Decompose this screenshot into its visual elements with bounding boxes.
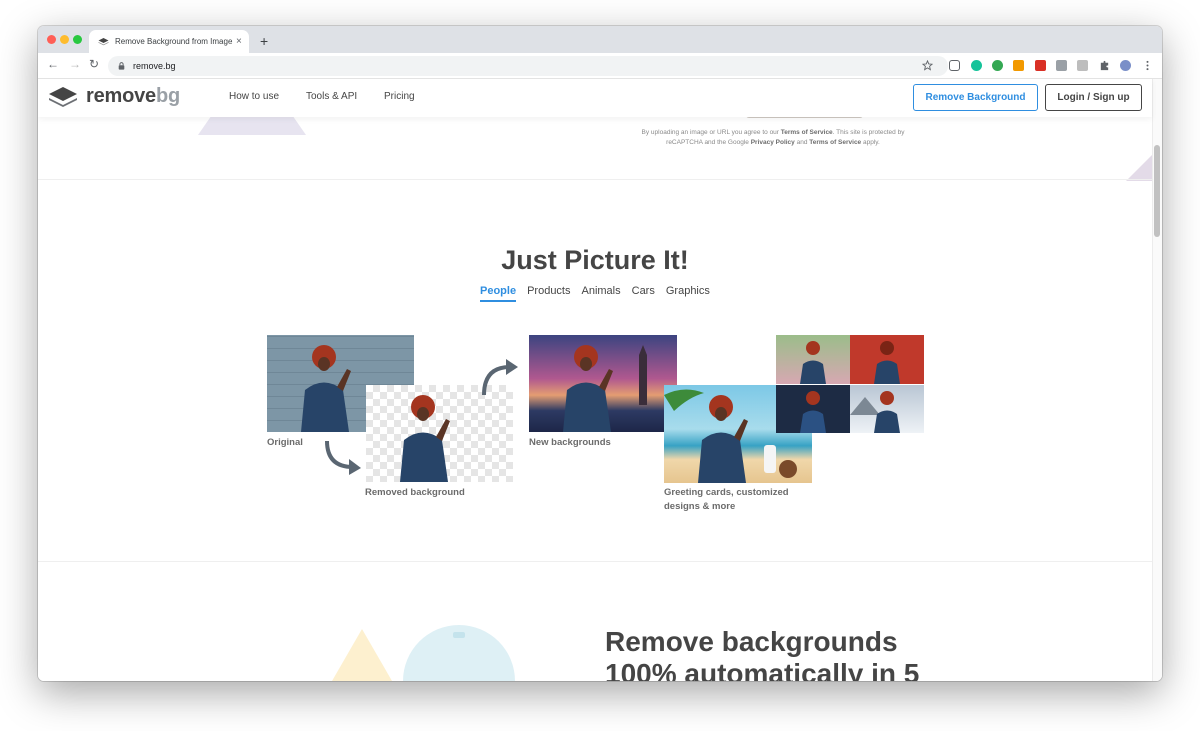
tab-strip: Remove Background from Image × + [38,26,1162,53]
caption-greeting: Greeting cards, customized designs & mor… [664,486,789,514]
new-background-photo [529,335,677,432]
terms-link-2[interactable]: Terms of Service [809,139,861,146]
extension-gray-icon[interactable] [1056,60,1067,71]
profile-avatar[interactable] [1120,60,1131,71]
tab-people[interactable]: People [480,285,517,302]
disclaimer-text-4: apply. [861,139,880,146]
browser-window: Remove Background from Image × + ← → ↻ r… [38,26,1162,681]
remove-background-button[interactable]: Remove Background [913,84,1038,111]
tab-products[interactable]: Products [527,285,570,302]
new-tab-button[interactable]: + [260,33,268,49]
arrow-down-right-icon [325,440,361,475]
star-icon[interactable] [922,60,933,71]
automatic-heading: Remove backgrounds 100% automatically in… [605,626,919,681]
pocket-icon[interactable] [949,60,960,71]
reload-icon[interactable]: ↻ [89,57,99,71]
automatic-heading-line2: 100% automatically in 5 [605,658,920,681]
nav-pricing[interactable]: Pricing [384,91,415,102]
privacy-link[interactable]: Privacy Policy [751,139,795,146]
kebab-menu-icon[interactable] [1142,60,1153,71]
tab-animals[interactable]: Animals [582,285,621,302]
logo-suffix: bg [155,85,180,107]
caption-greeting-line2: designs & more [664,501,736,512]
minimize-window-button[interactable] [60,35,69,44]
back-icon[interactable]: ← [47,57,59,71]
variant-photo-red [850,335,924,384]
removebg-logo[interactable]: removebg [48,85,180,108]
automatic-heading-line1: Remove backgrounds [605,626,898,657]
nav-tools-api[interactable]: Tools & API [306,91,357,102]
close-window-button[interactable] [47,35,56,44]
section-divider-2 [38,561,1152,562]
tab-close-icon[interactable]: × [236,36,242,47]
showcase-title: Just Picture It! [501,245,689,275]
page-viewport: removebg How to use Tools & API Pricing … [38,79,1162,681]
upload-disclaimer: By uploading an image or URL you agree t… [638,128,908,148]
extension-k-icon[interactable] [1077,60,1088,71]
variant-figure-2 [874,341,900,384]
login-signup-button[interactable]: Login / Sign up [1045,84,1142,111]
disclaimer-text: By uploading an image or URL you agree t… [641,129,781,136]
terms-link[interactable]: Terms of Service [781,129,833,136]
nav-how-to-use[interactable]: How to use [229,91,279,102]
url-text: remove.bg [133,61,176,71]
section-divider [38,179,1152,180]
caption-new-bg: New backgrounds [529,437,611,448]
tab-graphics[interactable]: Graphics [666,285,710,302]
variant-figure-4 [850,391,900,433]
caption-removed: Removed background [365,487,465,498]
arrow-up-right-icon [482,359,518,396]
tab-title: Remove Background from Image [115,37,233,46]
puzzle-icon[interactable] [1099,60,1110,71]
grammarly-icon[interactable] [971,60,982,71]
scrollbar-thumb[interactable] [1154,145,1160,237]
variant-photo-snow [850,385,924,433]
lock-icon [118,62,125,70]
variant-figure-3 [800,391,826,433]
layers-logo-icon [49,86,77,107]
browser-tab-active[interactable]: Remove Background from Image × [89,30,249,53]
decorative-triangle-right [1126,153,1154,181]
variant-photo-street [776,335,850,384]
category-tabs: People Products Animals Cars Graphics [480,285,710,302]
removed-background-photo [366,385,513,482]
cutout-figure [400,395,450,482]
tab-cars[interactable]: Cars [632,285,655,302]
removebg-favicon-icon [98,38,109,46]
city-scene [563,345,647,432]
variant-photo-navy [776,385,850,433]
extension-green-icon[interactable] [992,60,1003,71]
logo-word: remove [86,85,156,107]
maximize-window-button[interactable] [73,35,82,44]
page-scrollbar[interactable] [1152,79,1162,681]
disclaimer-text-3: and [794,139,810,146]
extension-red-icon[interactable] [1035,60,1046,71]
site-header: removebg How to use Tools & API Pricing … [38,79,1152,117]
forward-icon[interactable]: → [69,57,81,71]
address-bar[interactable]: remove.bg [108,56,948,76]
variant-figure [800,341,826,384]
decorative-triangle-yellow [332,629,392,681]
stopwatch-icon [403,625,515,681]
caption-greeting-line1: Greeting cards, customized [664,487,789,498]
browser-toolbar: ← → ↻ remove.bg [38,53,1162,79]
extension-orange-icon[interactable] [1013,60,1024,71]
caption-original: Original [267,437,303,448]
